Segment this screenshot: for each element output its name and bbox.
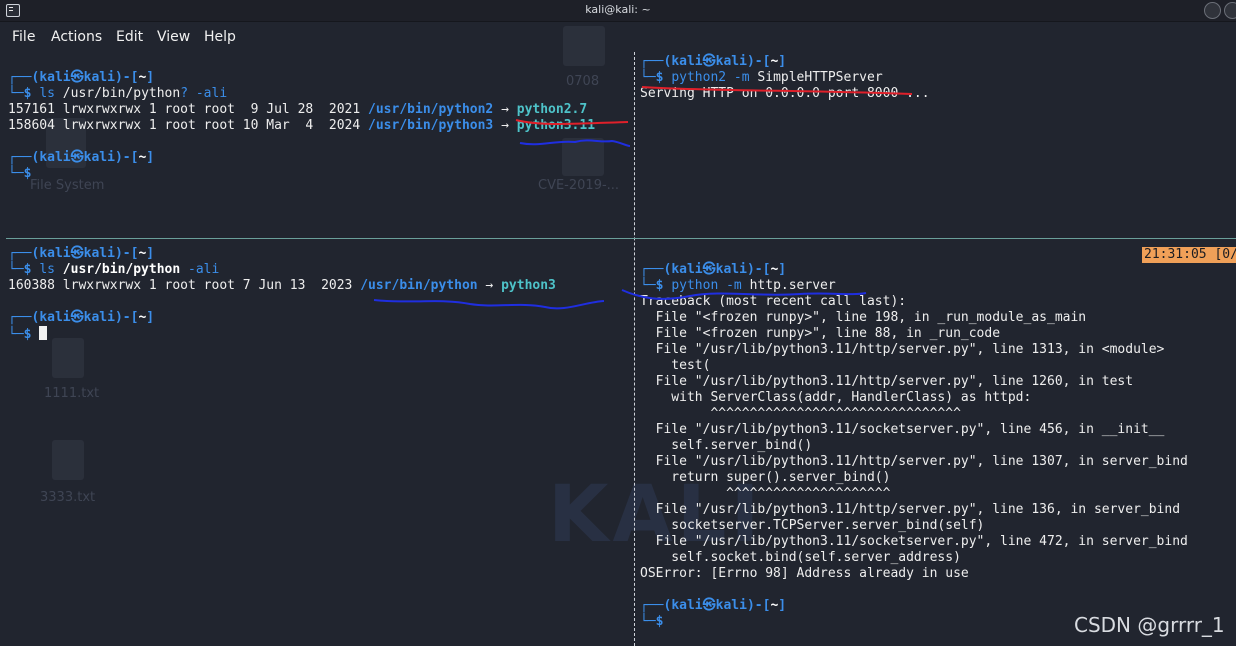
ls-row: 158604 lrwxrwxrwx 1 root root 10 Mar 4 2… <box>8 118 596 133</box>
command-line: └─$ python -m http.server <box>640 278 836 293</box>
traceback-line: Traceback (most recent call last): <box>640 294 907 309</box>
traceback-line: self.socket.bind(self.server_address) <box>640 550 961 565</box>
prompt-header: ┌──(kali㉿kali)-[~] <box>8 150 155 165</box>
prompt-header: ┌──(kali㉿kali)-[~] <box>8 310 155 325</box>
close-icon[interactable] <box>1224 2 1236 19</box>
traceback-line: File "/usr/lib/python3.11/http/server.py… <box>640 342 1165 357</box>
command-line: └─$ ls /usr/bin/python -ali <box>8 262 220 277</box>
ls-row: 157161 lrwxrwxrwx 1 root root 9 Jul 28 2… <box>8 102 588 117</box>
prompt-header: ┌──(kali㉿kali)-[~] <box>640 598 787 613</box>
desktop-icon-txt2 <box>52 440 84 480</box>
traceback-line: File "/usr/lib/python3.11/socketserver.p… <box>640 422 1165 437</box>
prompt-header: ┌──(kali㉿kali)-[~] <box>8 70 155 85</box>
minimize-icon[interactable] <box>1204 2 1221 19</box>
traceback-line: File "/usr/lib/python3.11/socketserver.p… <box>640 534 1188 549</box>
traceback-line: File "<frozen runpy>", line 198, in _run… <box>640 310 1087 325</box>
desktop-icon-txt1 <box>52 338 84 378</box>
desktop-label-filesystem: File System <box>30 178 105 193</box>
prompt-header: ┌──(kali㉿kali)-[~] <box>640 262 787 277</box>
status-clock: 21:31:05 [0/ <box>1142 247 1236 263</box>
traceback-line: OSError: [Errno 98] Address already in u… <box>640 566 969 581</box>
title-bar: kali@kali: ~ <box>0 0 1236 22</box>
menu-view[interactable]: View <box>157 29 190 45</box>
menu-actions[interactable]: Actions <box>51 29 102 45</box>
text-cursor <box>39 326 48 340</box>
desktop-icon-cve <box>562 138 604 176</box>
desktop-label-0708: 0708 <box>566 74 600 89</box>
traceback-line: File "/usr/lib/python3.11/http/server.py… <box>640 502 1181 517</box>
traceback-line: self.server_bind() <box>640 438 813 453</box>
command-line: └─$ python2 -m SimpleHTTPServer <box>640 70 883 85</box>
menu-help[interactable]: Help <box>204 29 236 45</box>
traceback-line: File "/usr/lib/python3.11/http/server.py… <box>640 454 1188 469</box>
menu-file[interactable]: File <box>12 29 35 45</box>
traceback-line: ^^^^^^^^^^^^^^^^^^^^^ <box>640 486 891 501</box>
command-line: └─$ <box>8 166 32 181</box>
command-line: └─$ ls /usr/bin/python? -ali <box>8 86 228 101</box>
desktop-label-1111: 1111.txt <box>44 386 100 401</box>
menu-edit[interactable]: Edit <box>116 29 143 45</box>
server-output: Serving HTTP on 0.0.0.0 port 8000 ... <box>640 86 930 101</box>
blue-underline-python3 <box>373 299 605 310</box>
traceback-line: with ServerClass(addr, HandlerClass) as … <box>640 390 1032 405</box>
traceback-line: File "/usr/lib/python3.11/http/server.py… <box>640 374 1134 389</box>
prompt-header: ┌──(kali㉿kali)-[~] <box>640 54 787 69</box>
pane-divider-horizontal[interactable] <box>6 238 1236 239</box>
ls-row: 160388 lrwxrwxrwx 1 root root 7 Jun 13 2… <box>8 278 556 293</box>
pane-divider-vertical[interactable] <box>634 52 636 646</box>
prompt-header: ┌──(kali㉿kali)-[~] <box>8 246 155 261</box>
desktop-label-cve: CVE-2019-... <box>538 178 620 193</box>
traceback-line: socketserver.TCPServer.server_bind(self) <box>640 518 985 533</box>
menu-bar: File Actions Edit View Help <box>0 22 1236 52</box>
traceback-line: ^^^^^^^^^^^^^^^^^^^^^^^^^^^^^^^^ <box>640 406 961 421</box>
traceback-line: test( <box>640 358 711 373</box>
traceback-line: File "<frozen runpy>", line 88, in _run_… <box>640 326 1001 341</box>
desktop-label-3333: 3333.txt <box>40 490 96 505</box>
command-line[interactable]: └─$ <box>8 326 48 342</box>
window-title: kali@kali: ~ <box>585 3 651 16</box>
desktop-icon-folder <box>563 26 605 66</box>
traceback-line: return super().server_bind() <box>640 470 891 485</box>
csdn-watermark: CSDN @grrrr_1 <box>1074 613 1225 637</box>
command-line: └─$ <box>640 614 664 629</box>
